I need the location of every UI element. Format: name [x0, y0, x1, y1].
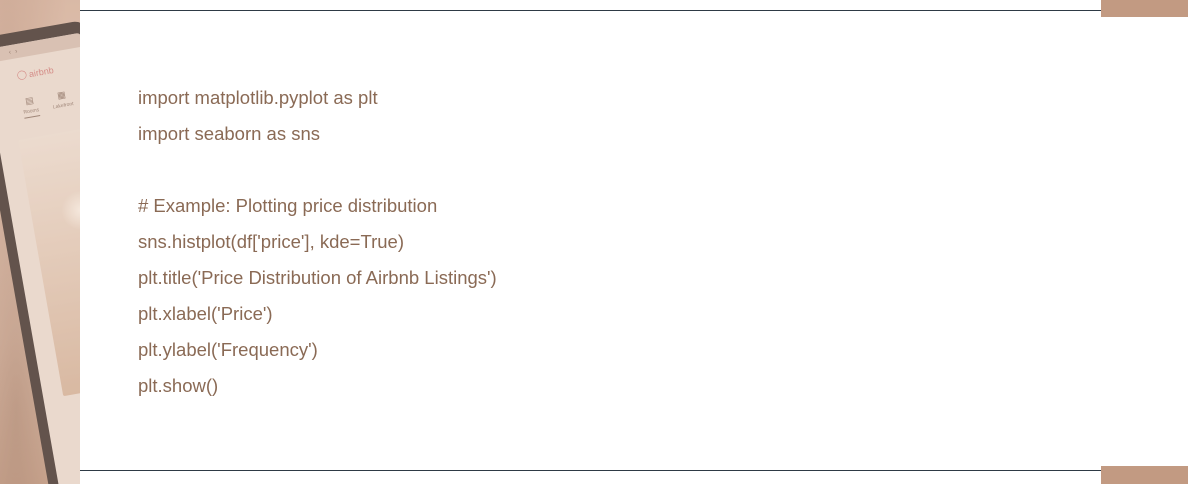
tablet-photo: ‹ › ◯ airbnb ▤ Rooms ▦ Lakefront [0, 0, 80, 484]
code-line-7: plt.xlabel('Price') [138, 303, 273, 324]
slide: ‹ › ◯ airbnb ▤ Rooms ▦ Lakefront import … [0, 0, 1202, 484]
code-line-2: import seaborn as sns [138, 123, 321, 144]
code-line-8: plt.ylabel('Frequency') [138, 339, 318, 360]
bottom-accent-block [1101, 466, 1188, 484]
code-line-4: # Example: Plotting price distribution [138, 195, 438, 216]
code-line-6: plt.title('Price Distribution of Airbnb … [138, 267, 497, 288]
bottom-rule [80, 470, 1188, 471]
top-accent-block [1101, 0, 1188, 17]
photo-tint [0, 0, 80, 484]
code-line-5: sns.histplot(df['price'], kde=True) [138, 231, 405, 252]
top-rule [80, 10, 1188, 11]
code-snippet: import matplotlib.pyplot as plt import s… [138, 84, 1038, 408]
code-line-9: plt.show() [138, 375, 219, 396]
code-line-1: import matplotlib.pyplot as plt [138, 87, 378, 108]
